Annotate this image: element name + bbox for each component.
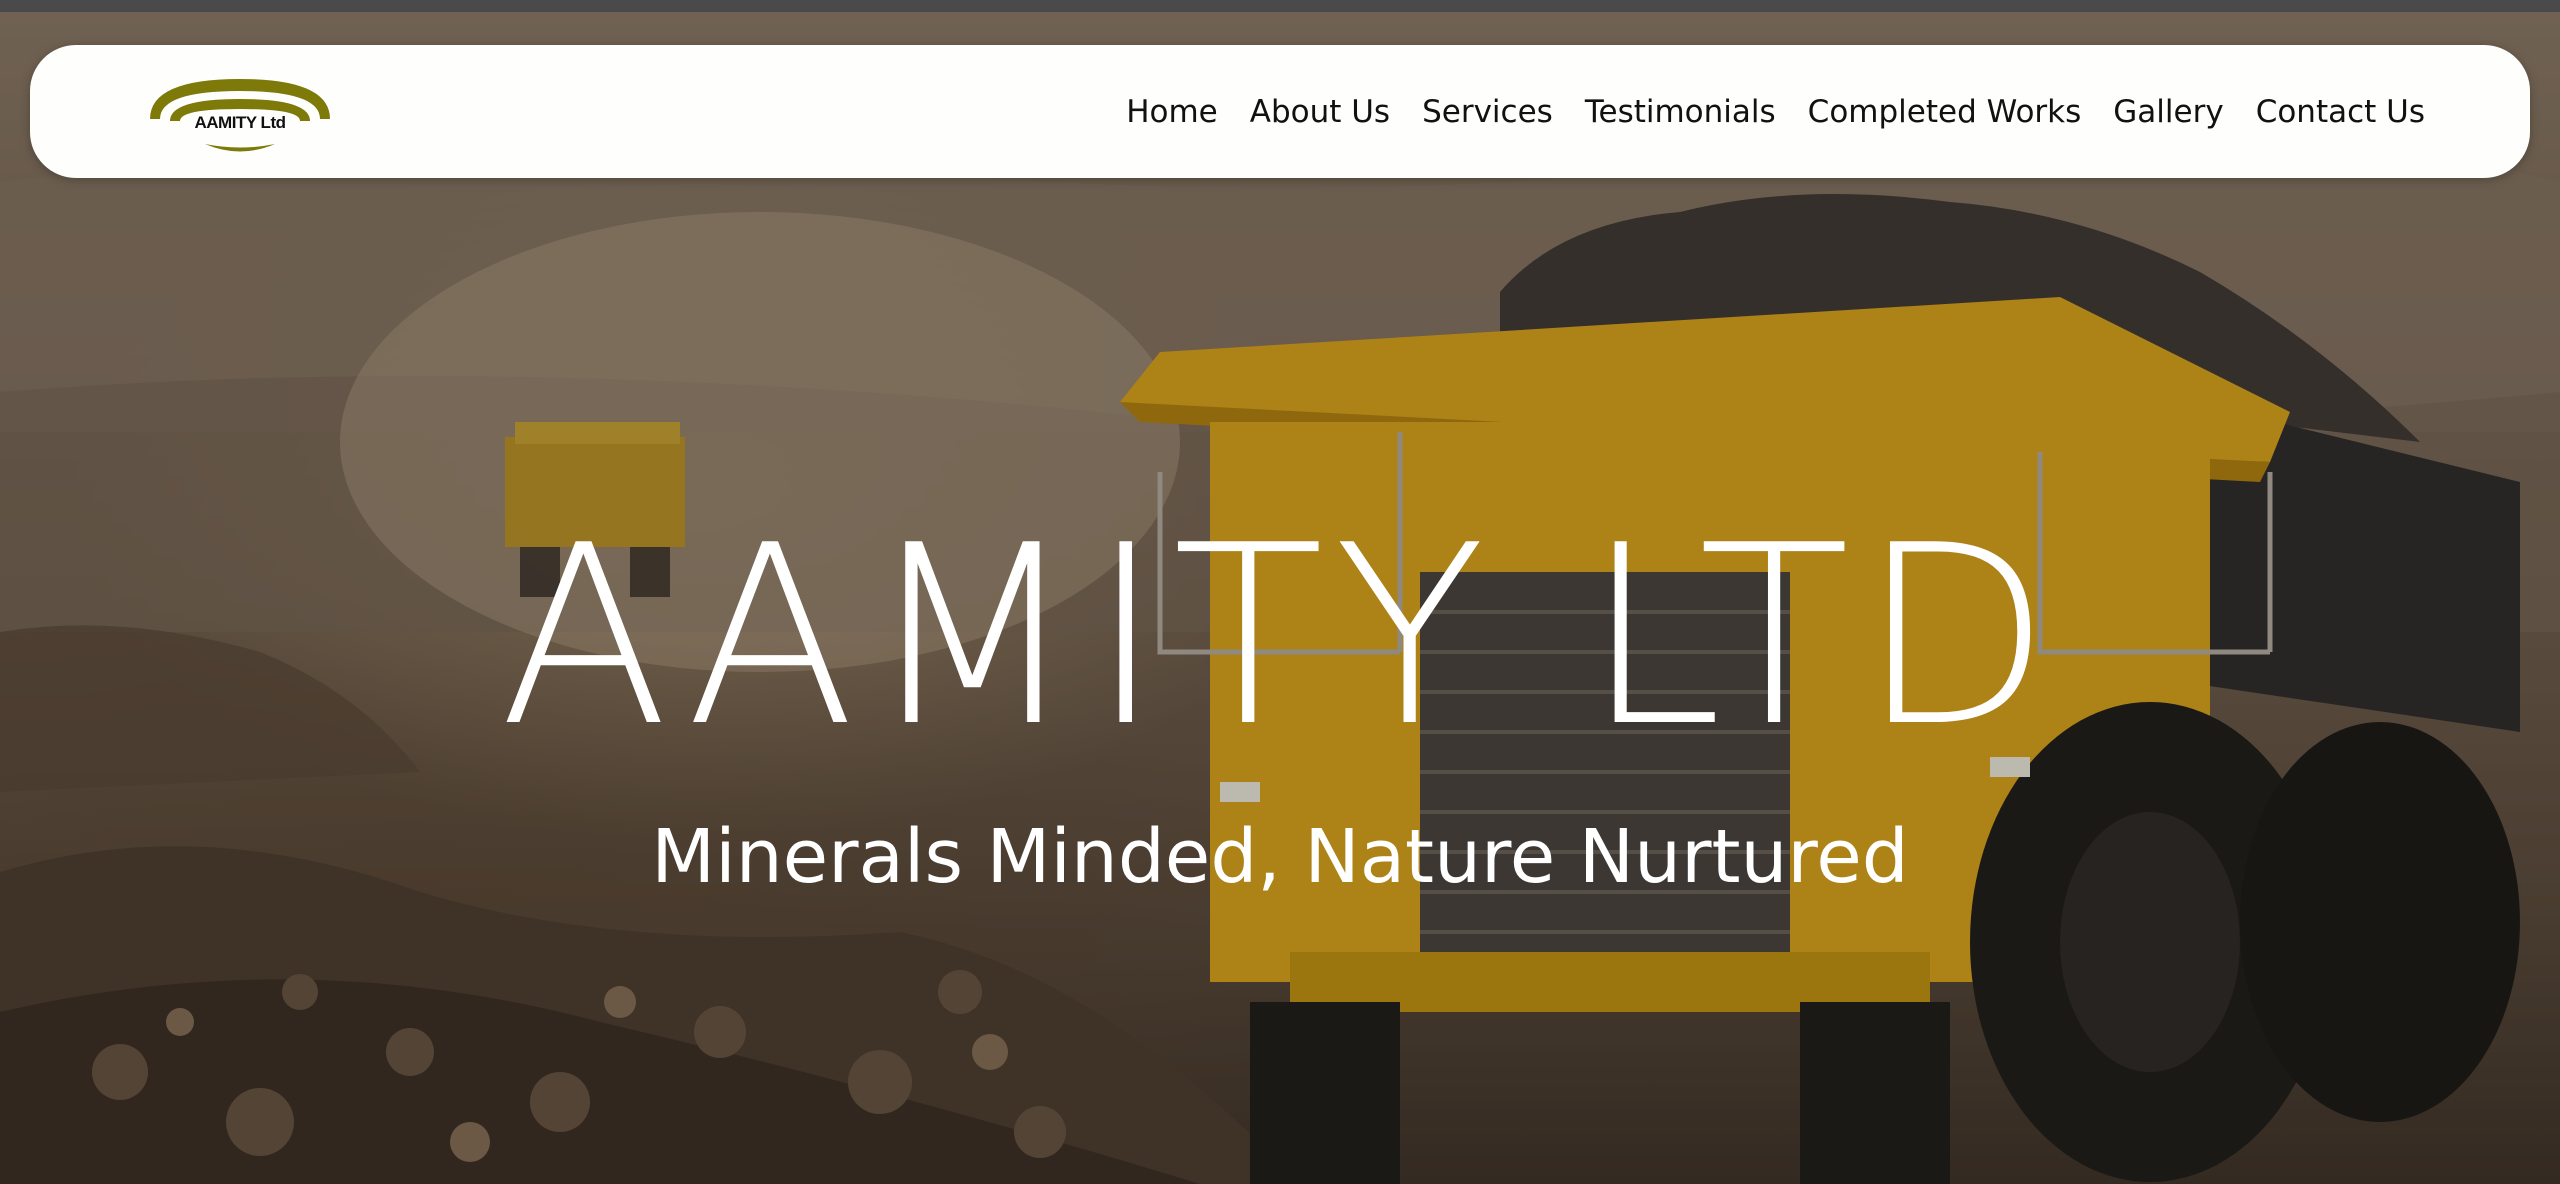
hero-title: AAMITY LTD xyxy=(499,493,2061,781)
nav-item-gallery[interactable]: Gallery xyxy=(2113,94,2223,130)
nav-menu: Home About Us Services Testimonials Comp… xyxy=(1126,45,2425,178)
nav-item-services[interactable]: Services xyxy=(1422,94,1553,130)
nav-item-contact-us[interactable]: Contact Us xyxy=(2256,94,2425,130)
logo-text: AAMITY Ltd xyxy=(194,113,286,132)
brand-logo[interactable]: AAMITY Ltd xyxy=(135,69,345,159)
nav-item-testimonials[interactable]: Testimonials xyxy=(1585,94,1776,130)
nav-item-completed-works[interactable]: Completed Works xyxy=(1808,94,2082,130)
hero-section: AAMITY LTD Minerals Minded, Nature Nurtu… xyxy=(0,12,2560,1184)
hero-tagline: Minerals Minded, Nature Nurtured xyxy=(651,814,1909,900)
browser-top-strip xyxy=(0,0,2560,12)
nav-item-about-us[interactable]: About Us xyxy=(1250,94,1390,130)
nav-item-home[interactable]: Home xyxy=(1126,94,1218,130)
main-navbar: AAMITY Ltd Home About Us Services Testim… xyxy=(30,45,2530,178)
